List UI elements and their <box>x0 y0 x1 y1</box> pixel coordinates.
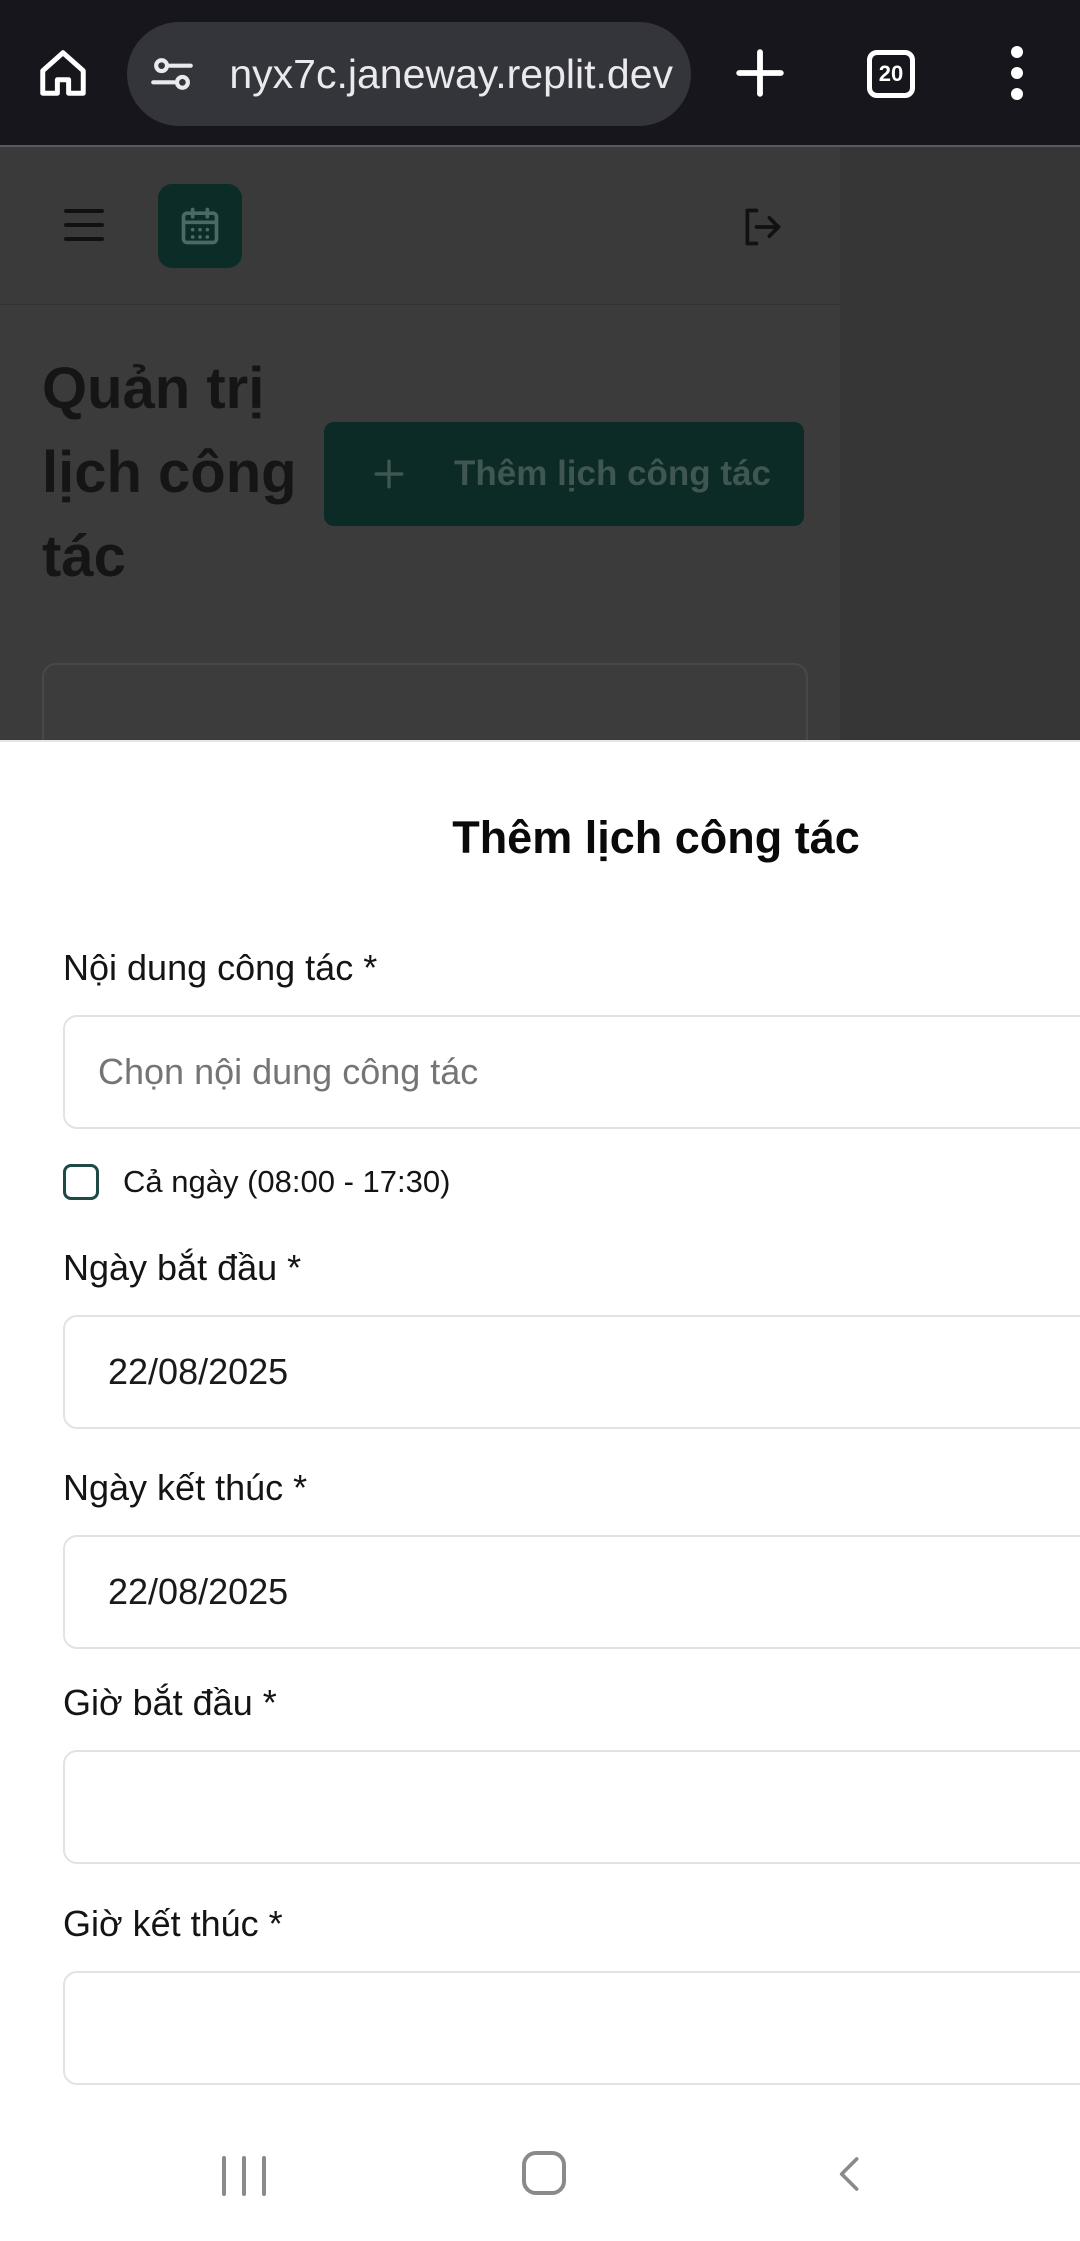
plus-icon <box>364 449 414 499</box>
browser-toolbar: nyx7c.janeway.replit.dev 20 <box>0 0 1080 147</box>
end-date-field[interactable]: 22/08/2025 <box>63 1535 1080 1649</box>
add-schedule-button[interactable]: Thêm lịch công tác <box>324 422 804 526</box>
url-text[interactable]: nyx7c.janeway.replit.dev <box>209 22 673 126</box>
end-time-label: Giờ kết thúc * <box>63 1903 283 1944</box>
calendar-icon <box>181 207 219 245</box>
all-day-checkbox[interactable] <box>63 1164 99 1200</box>
more-vert-icon[interactable] <box>990 38 1044 108</box>
end-time-field[interactable] <box>63 1971 1080 2085</box>
start-date-label: Ngày bắt đầu * <box>63 1247 302 1288</box>
recents-icon[interactable] <box>222 2156 266 2196</box>
content-select[interactable]: Chọn nội dung công tác <box>63 1015 1080 1129</box>
add-schedule-label: Thêm lịch công tác <box>454 454 771 493</box>
all-day-row[interactable]: Cả ngày (08:00 - 17:30) <box>63 1161 450 1203</box>
page-margin <box>840 147 1080 740</box>
all-day-label[interactable]: Cả ngày (08:00 - 17:30) <box>123 1164 450 1200</box>
hamburger-icon[interactable] <box>64 209 104 241</box>
new-tab-button[interactable] <box>727 38 793 108</box>
app-header <box>0 147 840 305</box>
home-button[interactable] <box>30 40 96 106</box>
address-bar[interactable]: nyx7c.janeway.replit.dev <box>127 22 691 126</box>
content-label: Nội dung công tác * <box>63 947 378 988</box>
start-time-label: Giờ bắt đầu * <box>63 1682 277 1723</box>
end-date-label: Ngày kết thúc * <box>63 1467 308 1508</box>
app-logo[interactable] <box>158 184 242 268</box>
start-date-field[interactable]: 22/08/2025 <box>63 1315 1080 1429</box>
end-date-value: 22/08/2025 <box>108 1571 289 1612</box>
page-title: Quản trị lịch công tác <box>42 356 297 589</box>
system-nav-bar <box>0 2100 1080 2241</box>
start-time-field[interactable] <box>63 1750 1080 1864</box>
logout-icon[interactable] <box>740 205 784 249</box>
home-circle-icon[interactable] <box>522 2151 566 2195</box>
add-schedule-modal: Thêm lịch công tác Nội dung công tác * C… <box>0 740 1080 2102</box>
start-date-value: 22/08/2025 <box>108 1351 289 1392</box>
home-icon <box>40 50 86 96</box>
background-page: Quản trị lịch công tác Thêm lịch công tá… <box>0 147 1080 740</box>
plus-icon <box>736 49 784 97</box>
tune-icon[interactable] <box>147 49 197 99</box>
back-icon[interactable] <box>830 2152 870 2196</box>
content-placeholder: Chọn nội dung công tác <box>98 1051 479 1092</box>
modal-title: Thêm lịch công tác <box>452 812 860 863</box>
tab-switcher-button[interactable]: 20 <box>867 50 915 98</box>
content-card <box>42 663 808 740</box>
